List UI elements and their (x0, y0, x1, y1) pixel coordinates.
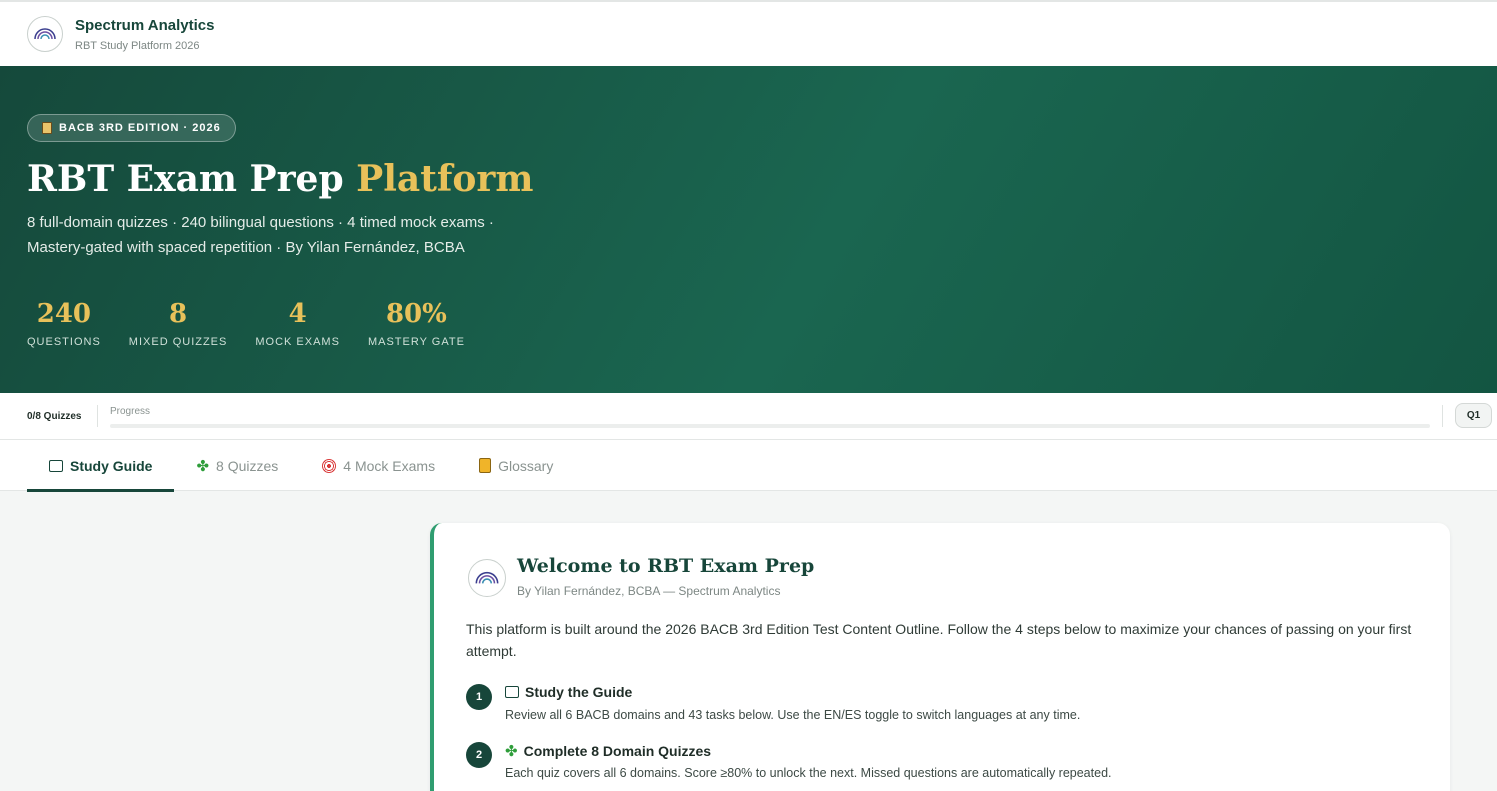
current-quiz-button[interactable]: Q1 (1455, 403, 1492, 428)
welcome-intro: This platform is built around the 2026 B… (466, 621, 1412, 659)
divider (97, 405, 98, 427)
tab-mock-exams[interactable]: 4 Mock Exams (300, 440, 457, 491)
hero-description-line: 8 full-domain quizzes · 240 bilingual qu… (27, 214, 494, 231)
tab-label: 4 Mock Exams (343, 457, 436, 474)
step-description: Review all 6 BACB domains and 43 tasks b… (505, 708, 1081, 722)
book-icon (505, 686, 519, 698)
hero-description-line: Mastery-gated with spaced repetition · B… (27, 239, 465, 256)
brand-subtitle: RBT Study Platform 2026 (75, 39, 200, 52)
stat-questions: 240 QUESTIONS (27, 294, 101, 348)
tab-label: 8 Quizzes (216, 457, 279, 474)
edition-badge-label: BACB 3RD EDITION · 2026 (59, 122, 221, 134)
divider (1442, 405, 1443, 427)
edition-badge: BACB 3RD EDITION · 2026 (27, 114, 236, 142)
step-number: 2 (466, 742, 492, 768)
stat-label: MIXED QUIZZES (128, 336, 228, 348)
brand: Spectrum Analytics RBT Study Platform 20… (75, 17, 215, 52)
notebook-icon (479, 458, 492, 473)
step-title: ✤ Complete 8 Domain Quizzes (505, 742, 711, 760)
brand-logo-icon[interactable] (27, 16, 63, 52)
clover-icon: ✤ (505, 743, 518, 760)
stat-mastery-gate: 80% MASTERY GATE (368, 294, 465, 348)
stat-mock-exams: 4 MOCK EXAMS (255, 294, 340, 348)
quiz-count: 0/8 Quizzes (27, 411, 82, 422)
main-tabs: Study Guide ✤ 8 Quizzes 4 Mock Exams Glo… (0, 440, 1497, 492)
stat-value: 4 (288, 299, 307, 329)
top-nav: Spectrum Analytics RBT Study Platform 20… (0, 0, 1497, 66)
step-number: 1 (466, 684, 492, 710)
clover-icon: ✤ (196, 457, 210, 475)
step-title: Study the Guide (505, 684, 632, 700)
hero-description: 8 full-domain quizzes · 240 bilingual qu… (27, 210, 547, 260)
stat-label: MASTERY GATE (367, 336, 465, 348)
book-stack-icon (42, 122, 52, 134)
step-description: Each quiz covers all 6 domains. Score ≥8… (505, 766, 1112, 780)
step-title-text: Study the Guide (525, 684, 633, 700)
hero-title-main: RBT Exam Prep (27, 158, 357, 200)
welcome-byline: By Yilan Fernández, BCBA — Spectrum Anal… (517, 584, 781, 598)
stat-value: 80% (385, 299, 447, 329)
tab-label: Glossary (498, 457, 554, 474)
progress-label: Progress (110, 406, 151, 417)
brand-name: Spectrum Analytics (75, 16, 215, 34)
stat-label: QUESTIONS (27, 336, 101, 348)
step-title-text: Complete 8 Domain Quizzes (523, 743, 712, 759)
hero-title: RBT Exam Prep Platform (27, 158, 533, 200)
book-icon (49, 459, 63, 472)
stat-mixed-quizzes: 8 MIXED QUIZZES (129, 294, 228, 348)
progress-track (110, 424, 1430, 428)
stat-label: MOCK EXAMS (255, 336, 340, 348)
target-icon (322, 458, 337, 473)
progress-bar-row: 0/8 Quizzes Progress Q1 (0, 393, 1497, 440)
tab-label: Study Guide (70, 457, 153, 474)
brand-logo-icon (468, 559, 506, 597)
hero-stats: 240 QUESTIONS 8 MIXED QUIZZES 4 MOCK EXA… (27, 294, 465, 348)
stat-value: 8 (169, 299, 188, 329)
hero-title-accent: Platform (356, 158, 534, 200)
tab-glossary[interactable]: Glossary (457, 440, 575, 491)
hero-banner: BACB 3RD EDITION · 2026 RBT Exam Prep Pl… (0, 66, 1497, 393)
tab-quizzes[interactable]: ✤ 8 Quizzes (174, 440, 300, 491)
welcome-card: Welcome to RBT Exam Prep By Yilan Fernán… (430, 523, 1450, 791)
stat-value: 240 (36, 299, 92, 329)
welcome-title: Welcome to RBT Exam Prep (517, 555, 815, 577)
tab-study-guide[interactable]: Study Guide (27, 440, 175, 492)
